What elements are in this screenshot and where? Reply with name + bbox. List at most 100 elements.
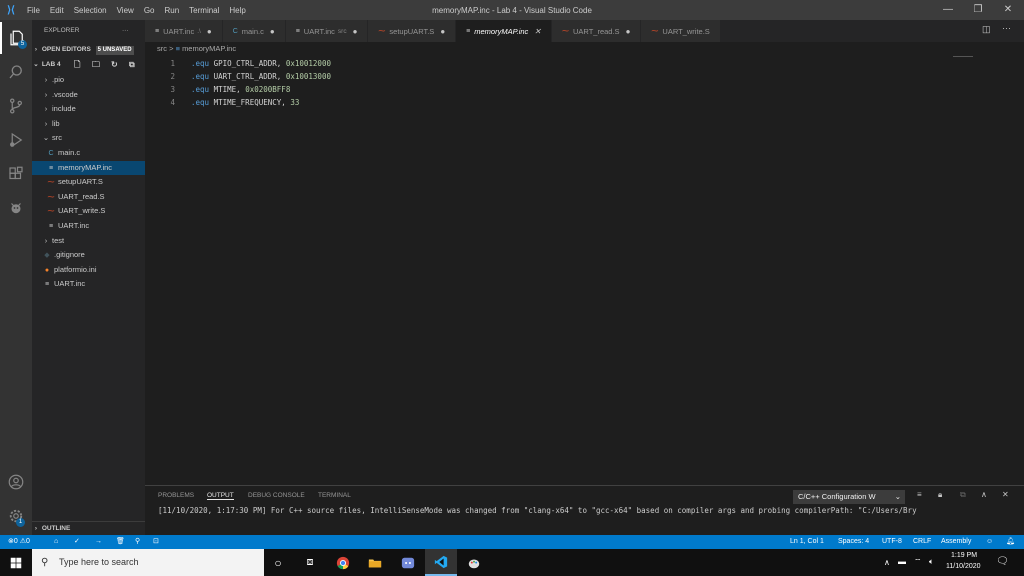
menu-item-help[interactable]: Help bbox=[224, 6, 250, 15]
unsaved-dot-icon[interactable]: ● bbox=[207, 27, 212, 36]
tree-file[interactable]: ≡ UART.inc bbox=[32, 277, 145, 291]
tree-file[interactable]: ⁓ UART_write.S bbox=[32, 204, 145, 218]
explorer-more-icon[interactable]: ··· bbox=[122, 24, 129, 38]
output-channel-select[interactable]: C/C++ Configuration W ⌄ bbox=[793, 490, 905, 504]
chrome-icon[interactable] bbox=[327, 549, 359, 576]
close-tab-icon[interactable]: ✕ bbox=[534, 27, 541, 36]
tree-file[interactable]: Cmain.c bbox=[32, 146, 145, 160]
explorer-icon[interactable]: 5 bbox=[0, 22, 32, 54]
clear-output-icon[interactable]: ≡ bbox=[917, 490, 922, 499]
tray-volume-icon[interactable]: 🔈︎ bbox=[929, 557, 934, 567]
tray-battery-icon[interactable]: ▬ bbox=[898, 557, 906, 566]
unsaved-dot-icon[interactable]: ● bbox=[626, 27, 631, 36]
tab-terminal[interactable]: TERMINAL bbox=[318, 492, 351, 499]
code-line[interactable]: 3 .equ MTIME, 0x0200BFF8 bbox=[145, 83, 290, 96]
menu-item-go[interactable]: Go bbox=[139, 6, 160, 15]
tree-folder[interactable]: › .vscode bbox=[32, 88, 145, 102]
editor-tab[interactable]: ≡ memoryMAP.inc ✕ bbox=[456, 20, 552, 42]
code-line[interactable]: 1 .equ GPIO_CTRL_ADDR, 0x10012000 bbox=[145, 57, 331, 70]
editor-tab[interactable]: ⁓ UART_read.S ● bbox=[552, 20, 642, 42]
tree-file[interactable]: ≡ UART.inc bbox=[32, 219, 145, 233]
cursor-position[interactable]: Ln 1, Col 1 bbox=[790, 535, 824, 549]
editor-tab[interactable]: ⁓ setupUART.S ● bbox=[368, 20, 457, 42]
editor-tab[interactable]: Cmain.c ● bbox=[222, 20, 286, 42]
breadcrumb-folder[interactable]: src bbox=[157, 44, 167, 53]
more-actions-icon[interactable]: ··· bbox=[1002, 23, 1011, 33]
action-center-icon[interactable]: 🗨︎ bbox=[996, 556, 1009, 567]
tree-file[interactable]: ◆ .gitignore bbox=[32, 248, 145, 262]
refresh-icon[interactable]: ↻ bbox=[111, 58, 118, 72]
tree-folder[interactable]: › include bbox=[32, 102, 145, 116]
tray-chevron-up-icon[interactable]: ∧ bbox=[884, 558, 890, 567]
tree-folder[interactable]: ⌄ src bbox=[32, 131, 145, 145]
tab-output[interactable]: OUTPUT bbox=[207, 492, 234, 500]
paint-icon[interactable] bbox=[458, 549, 490, 576]
windows-start-icon[interactable] bbox=[0, 549, 32, 576]
new-folder-icon[interactable]: 🗀 bbox=[92, 58, 100, 72]
source-control-icon[interactable] bbox=[0, 90, 32, 122]
encoding[interactable]: UTF-8 bbox=[882, 535, 902, 549]
taskbar-search-box[interactable]: ⚲ Type here to search bbox=[32, 549, 264, 576]
pio-terminal-icon[interactable]: ⊡ bbox=[153, 535, 159, 549]
new-file-icon[interactable]: 🗋 bbox=[74, 58, 80, 72]
editor-tab[interactable]: ⁓ UART_write.S bbox=[641, 20, 721, 42]
notifications-icon[interactable]: 🔔︎ bbox=[1006, 535, 1015, 549]
unsaved-dot-icon[interactable]: ● bbox=[270, 27, 275, 36]
menu-item-file[interactable]: File bbox=[22, 6, 45, 15]
breadcrumb-file[interactable]: memoryMAP.inc bbox=[182, 44, 236, 53]
tree-file[interactable]: ≡ memoryMAP.inc bbox=[32, 160, 145, 175]
pio-test-icon[interactable]: ⚲ bbox=[135, 535, 140, 549]
feedback-icon[interactable]: ☺ bbox=[986, 535, 993, 549]
project-section[interactable]: ⌄ LAB 4 🗋 🗀 ↻ ⧉ bbox=[32, 58, 145, 72]
tab-debug-console[interactable]: DEBUG CONSOLE bbox=[248, 492, 305, 499]
tray-wifi-icon[interactable]: ⌔ bbox=[914, 557, 922, 567]
vscode-taskbar-icon[interactable] bbox=[425, 549, 457, 576]
task-view-icon[interactable]: ⧈ bbox=[294, 549, 326, 576]
tray-time[interactable]: 1:19 PM bbox=[951, 552, 977, 559]
accounts-icon[interactable] bbox=[0, 466, 32, 498]
lock-scroll-icon[interactable]: 🔒︎ bbox=[938, 490, 942, 500]
menu-item-terminal[interactable]: Terminal bbox=[184, 6, 224, 15]
run-debug-icon[interactable] bbox=[0, 124, 32, 156]
platformio-icon[interactable] bbox=[0, 192, 32, 224]
unsaved-dot-icon[interactable]: ● bbox=[353, 27, 358, 36]
pio-upload-icon[interactable]: → bbox=[95, 535, 102, 549]
pio-home-icon[interactable]: ⌂ bbox=[54, 535, 58, 549]
indentation[interactable]: Spaces: 4 bbox=[838, 535, 869, 549]
pio-clean-icon[interactable]: 🗑︎ bbox=[116, 535, 125, 549]
open-editors-section[interactable]: › OPEN EDITORS 5 UNSAVED bbox=[32, 43, 145, 57]
tray-date[interactable]: 11/10/2020 bbox=[946, 563, 981, 570]
settings-gear-icon[interactable]: 1 bbox=[0, 500, 32, 532]
code-line[interactable]: 4 .equ MTIME_FREQUENCY, 33 bbox=[145, 96, 299, 109]
close-panel-icon[interactable]: ✕ bbox=[1002, 490, 1009, 499]
tree-folder[interactable]: › .pio bbox=[32, 73, 145, 87]
tab-problems[interactable]: PROBLEMS bbox=[158, 492, 194, 499]
code-line[interactable]: 2 .equ UART_CTRL_ADDR, 0x10013000 bbox=[145, 70, 331, 83]
minimize-button[interactable]: — bbox=[932, 0, 964, 20]
discord-icon[interactable] bbox=[392, 549, 424, 576]
cortana-icon[interactable]: ○ bbox=[262, 549, 294, 576]
editor-tab[interactable]: ≡ UART.inc .\ ● bbox=[145, 20, 223, 42]
code-editor[interactable]: 1 .equ GPIO_CTRL_ADDR, 0x10012000 2 .equ UA… bbox=[145, 56, 1024, 485]
minimap[interactable] bbox=[953, 56, 973, 62]
search-icon[interactable] bbox=[0, 56, 32, 88]
tree-file[interactable]: ● platformio.ini bbox=[32, 263, 145, 277]
tree-file[interactable]: ⁓ UART_read.S bbox=[32, 190, 145, 204]
tree-folder[interactable]: › lib bbox=[32, 117, 145, 131]
menu-item-selection[interactable]: Selection bbox=[69, 6, 112, 15]
menu-item-view[interactable]: View bbox=[112, 6, 139, 15]
line-ending[interactable]: CRLF bbox=[913, 535, 931, 549]
file-explorer-icon[interactable] bbox=[359, 549, 391, 576]
menu-item-run[interactable]: Run bbox=[159, 6, 184, 15]
split-editor-icon[interactable]: ◫ bbox=[982, 24, 991, 35]
language-mode[interactable]: Assembly bbox=[941, 535, 971, 549]
outline-section[interactable]: › OUTLINE bbox=[32, 521, 145, 535]
close-window-button[interactable]: ✕ bbox=[992, 0, 1024, 20]
pio-build-icon[interactable]: ✓ bbox=[74, 535, 80, 549]
tree-folder[interactable]: › test bbox=[32, 234, 145, 248]
extensions-icon[interactable] bbox=[0, 158, 32, 190]
editor-tab[interactable]: ≡ UART.inc src ● bbox=[285, 20, 369, 42]
tree-file[interactable]: ⁓ setupUART.S bbox=[32, 175, 145, 189]
restore-button[interactable]: ❐ bbox=[962, 0, 994, 20]
unsaved-dot-icon[interactable]: ● bbox=[440, 27, 445, 36]
